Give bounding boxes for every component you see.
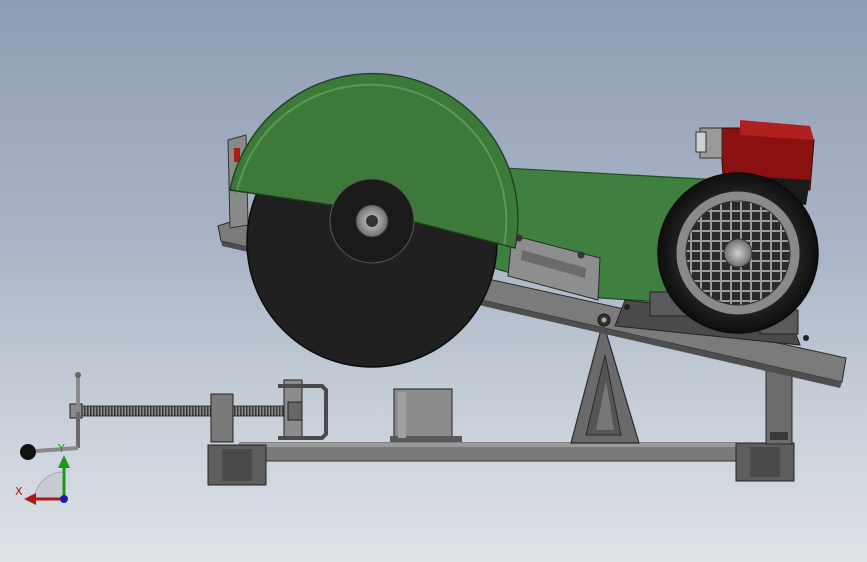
vise-screw <box>79 405 291 417</box>
motor-fan-cover[interactable] <box>657 172 819 334</box>
vise-assembly[interactable] <box>69 379 462 443</box>
motor-hub <box>723 238 753 268</box>
vise-jaw-nut <box>287 401 303 421</box>
base-foot-right-inner <box>750 447 780 477</box>
base-rail-top-edge <box>240 443 792 447</box>
coordinate-triad <box>24 455 70 505</box>
triad-x-label: X <box>15 485 23 498</box>
graphics-viewport[interactable]: X Y <box>0 0 867 562</box>
triad-z-axis <box>60 495 68 503</box>
triad-x-arrow <box>24 493 36 505</box>
mount-bolt <box>624 304 630 310</box>
vise-fixed-jaw[interactable] <box>210 393 234 443</box>
triad-xy-plane <box>33 471 65 501</box>
cutoff-saw-model[interactable] <box>0 0 867 562</box>
blade-flange[interactable] <box>329 178 415 264</box>
triad-y-arrow <box>58 455 70 468</box>
vise-clamp-block-face <box>398 392 406 438</box>
pivot-bolt-center <box>601 317 607 323</box>
rear-support-post-nut <box>770 432 788 440</box>
base-frame[interactable] <box>207 442 795 486</box>
pivot-stand[interactable] <box>570 319 640 444</box>
triad-y-label: Y <box>58 442 65 455</box>
vise-handle-knob[interactable] <box>20 444 36 460</box>
base-foot-left-inner <box>222 449 252 481</box>
mount-bolt-right <box>803 335 809 341</box>
